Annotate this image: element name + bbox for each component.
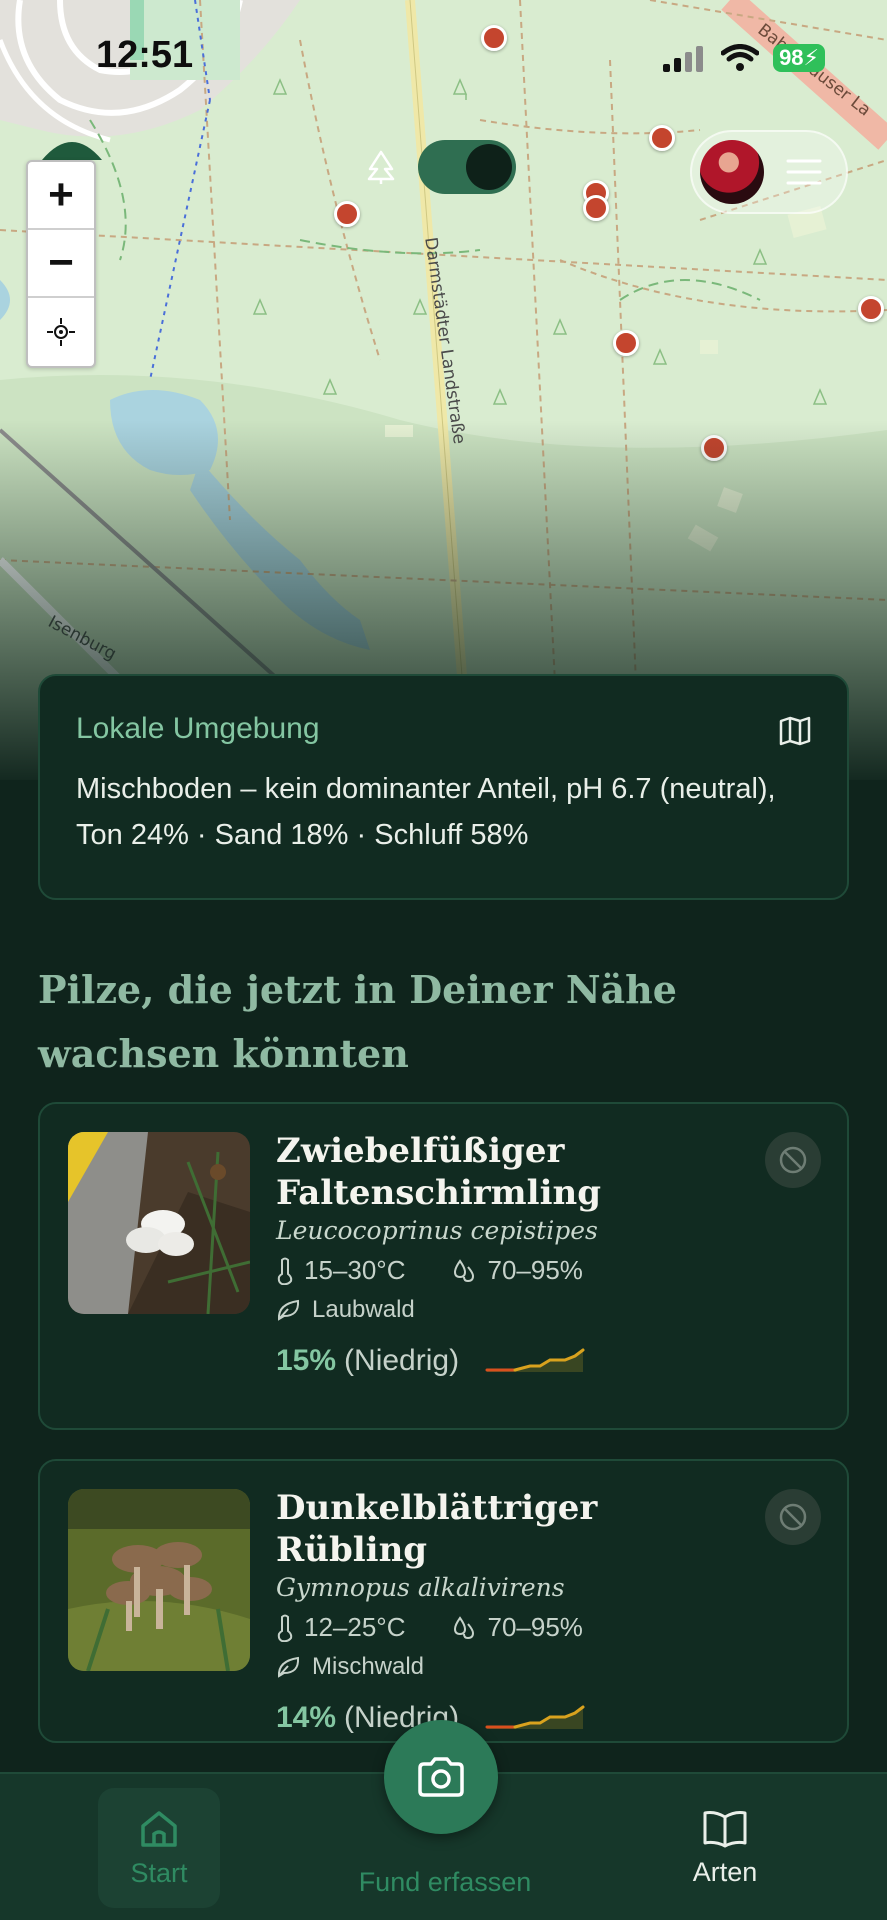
leaf-icon — [277, 1299, 300, 1321]
toggle-knob — [466, 144, 512, 190]
habitat: Laubwald — [312, 1296, 415, 1323]
zoom-in-button[interactable]: + — [28, 162, 94, 230]
profile-menu-button[interactable] — [690, 130, 848, 214]
hamburger-menu-icon — [786, 159, 822, 185]
mushroom-name: Dunkelblättriger Rübling — [276, 1488, 598, 1570]
map-marker[interactable] — [701, 435, 727, 461]
map-view[interactable]: Darmstädter Landstraße Isenburg Babenhau… — [0, 0, 887, 780]
forest-layer-toggle[interactable] — [418, 140, 516, 194]
thermometer-icon — [277, 1257, 293, 1285]
mushroom-card[interactable]: Zwiebelfüßiger Faltenschirmling Leucocop… — [38, 1102, 849, 1430]
ban-icon — [779, 1146, 807, 1174]
humidity-range: 70–95% — [487, 1255, 583, 1285]
humidity-range: 70–95% — [487, 1612, 583, 1642]
thermometer-icon — [277, 1614, 293, 1642]
mushroom-conditions: 12–25°C 70–95% — [276, 1612, 817, 1643]
zoom-out-button[interactable]: − — [28, 230, 94, 298]
mushroom-habitat-row: Laubwald — [276, 1296, 817, 1324]
env-title: Lokale Umgebung — [76, 712, 320, 745]
camera-button[interactable] — [384, 1720, 498, 1834]
map-marker[interactable] — [334, 201, 360, 227]
nav-start[interactable]: Start — [98, 1788, 220, 1908]
map-marker[interactable] — [649, 125, 675, 151]
home-icon — [141, 1810, 177, 1847]
probability-row: 15% (Niedrig) — [276, 1344, 817, 1378]
map-marker[interactable] — [481, 25, 507, 51]
probability-value: 15% — [276, 1344, 337, 1377]
app-screen: Darmstädter Landstraße Isenburg Babenhau… — [0, 0, 887, 1920]
map-marker[interactable] — [858, 296, 884, 322]
crosshair-icon — [47, 318, 75, 346]
mushroom-card[interactable]: Dunkelblättriger Rübling Gymnopus alkali… — [38, 1459, 849, 1743]
humidity-icon — [454, 1258, 475, 1282]
temperature-range: 15–30°C — [304, 1255, 406, 1285]
camera-icon — [418, 1757, 464, 1797]
zoom-control: + − — [26, 160, 96, 368]
nav-start-label: Start — [130, 1857, 188, 1888]
probability-value: 14% — [276, 1701, 337, 1734]
book-icon — [703, 1810, 747, 1847]
trend-sparkline — [485, 1348, 585, 1372]
humidity-icon — [454, 1615, 475, 1639]
tree-icon — [367, 150, 395, 184]
local-environment-card: Lokale Umgebung Mischboden – kein domina… — [38, 674, 849, 900]
mushroom-photo — [68, 1132, 250, 1314]
probability-label: (Niedrig) — [344, 1344, 460, 1377]
mushroom-info: Zwiebelfüßiger Faltenschirmling Leucocop… — [276, 1130, 817, 1378]
hide-species-button[interactable] — [765, 1489, 821, 1545]
map-marker[interactable] — [613, 330, 639, 356]
temperature-range: 12–25°C — [304, 1612, 406, 1642]
avatar — [700, 140, 764, 204]
trend-sparkline — [485, 1705, 585, 1729]
mushroom-latin-name: Gymnopus alkalivirens — [276, 1573, 565, 1602]
nav-arten[interactable]: Arten — [625, 1788, 825, 1908]
probability-row: 14% (Niedrig) — [276, 1701, 817, 1735]
mushroom-name: Zwiebelfüßiger Faltenschirmling — [276, 1131, 601, 1213]
mushroom-info: Dunkelblättriger Rübling Gymnopus alkali… — [276, 1487, 817, 1735]
section-heading: Pilze, die jetzt in Deiner Nähe wachsen … — [38, 967, 677, 1076]
forest-layer-toggle-group — [366, 140, 516, 194]
mushroom-latin-name: Leucocoprinus cepistipes — [276, 1216, 598, 1245]
mushroom-photo — [68, 1489, 250, 1671]
mushroom-habitat-row: Mischwald — [276, 1653, 817, 1681]
wifi-icon — [721, 44, 760, 71]
leaf-icon — [277, 1656, 300, 1678]
battery-level: 98 — [779, 45, 804, 70]
battery-indicator: 98⚡ — [773, 44, 825, 72]
hide-species-button[interactable] — [765, 1132, 821, 1188]
map-icon[interactable] — [779, 716, 811, 746]
signal-icon — [663, 46, 704, 72]
mushroom-conditions: 15–30°C 70–95% — [276, 1255, 817, 1286]
status-time: 12:51 — [96, 34, 194, 76]
ban-icon — [779, 1503, 807, 1531]
map-marker[interactable] — [583, 195, 609, 221]
nav-arten-label: Arten — [692, 1856, 758, 1887]
habitat: Mischwald — [312, 1653, 425, 1680]
locate-button[interactable] — [28, 298, 94, 366]
nav-fund-label: Fund erfassen — [358, 1867, 532, 1897]
status-icons: 98⚡ — [663, 44, 825, 72]
env-description: Mischboden – kein dominanter Anteil, pH … — [76, 773, 776, 851]
